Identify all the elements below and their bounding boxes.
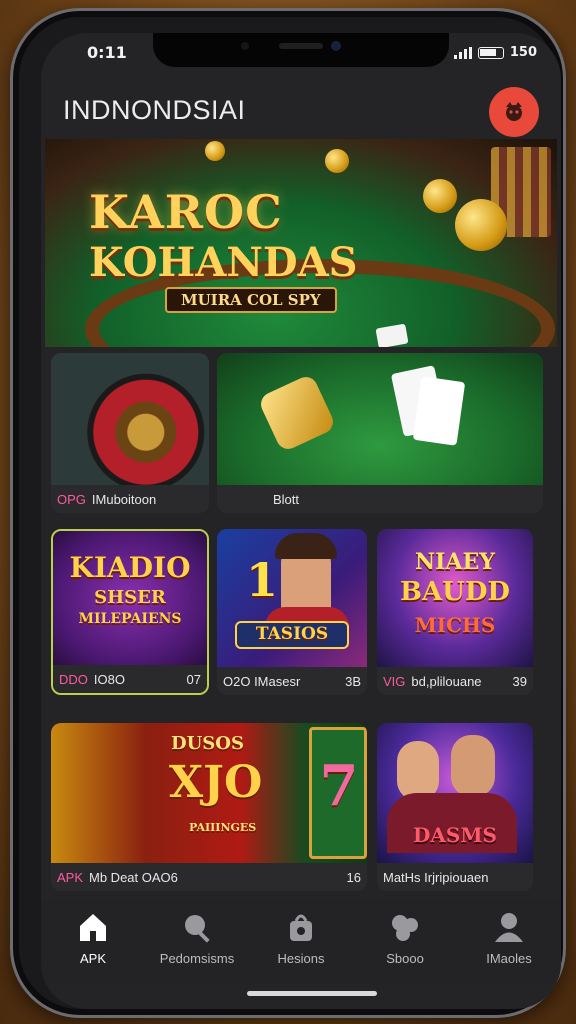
card-badge: VIG bbox=[383, 673, 406, 689]
game-card-kiadio[interactable]: KIADIO SHSER MILEPAIENS DDO IO8O 07 bbox=[51, 529, 209, 695]
profile-button[interactable] bbox=[489, 87, 539, 137]
art-text: BAUDD bbox=[400, 577, 510, 607]
baudd-thumbnail: NIAEY BAUDD MICHS bbox=[377, 529, 533, 667]
card-badge: APK bbox=[57, 869, 84, 885]
nav-label: Pedomsisms bbox=[159, 951, 235, 966]
card-title: Mb Deat OAO6 bbox=[89, 869, 178, 885]
kiadio-thumbnail: KIADIO SHSER MILEPAIENS bbox=[53, 531, 207, 665]
user-icon bbox=[495, 913, 523, 942]
xjo-thumbnail: DUSOS XJO PAIIINGES 7 bbox=[51, 723, 367, 863]
nav-search[interactable]: Pedomsisms bbox=[149, 911, 245, 966]
art-text: PAIIINGES bbox=[189, 821, 257, 834]
card-label: MatHs Irjripiouaen bbox=[377, 863, 533, 891]
card-label: VIG bd,plilouane 39 bbox=[377, 667, 533, 695]
status-bar-icons: 150 bbox=[453, 45, 537, 60]
card-title: IMuboitoon bbox=[91, 491, 157, 507]
nav-profile[interactable]: IMaoles bbox=[461, 911, 557, 966]
nav-bag[interactable]: Hesions bbox=[253, 911, 349, 966]
slot-thumbnail bbox=[217, 353, 543, 485]
card-title: IO8O bbox=[93, 671, 125, 687]
art-text: KIADIO bbox=[69, 551, 191, 584]
game-card-baudd[interactable]: NIAEY BAUDD MICHS VIG bd,plilouane 39 bbox=[377, 529, 533, 695]
nav-games[interactable]: Sbooo bbox=[357, 911, 453, 966]
card-title: Blott bbox=[273, 491, 300, 507]
card-badge: OPG bbox=[57, 491, 86, 507]
game-card-dasms[interactable]: DASMS MatHs Irjripiouaen bbox=[377, 723, 533, 891]
phone-frame: 0:11 150 INDNONDSIAI KAROC KOHANDAS MUIR… bbox=[10, 8, 566, 1018]
mascot-icon bbox=[506, 102, 522, 121]
status-time: 0:11 bbox=[87, 43, 127, 62]
dasms-thumbnail: DASMS bbox=[377, 723, 533, 863]
nav-label: Sbooo bbox=[386, 951, 424, 966]
card-title: O2O IMasesr bbox=[223, 673, 301, 689]
art-text: TASIOS bbox=[255, 624, 329, 644]
app-header: INDNONDSIAI bbox=[41, 77, 561, 147]
game-card-xjo[interactable]: DUSOS XJO PAIIINGES 7 APK Mb Deat OAO6 1… bbox=[51, 723, 367, 891]
card-label: DDO IO8O 07 bbox=[53, 665, 207, 693]
roulette-thumbnail bbox=[51, 353, 209, 485]
card-label: APK Mb Deat OAO6 16 bbox=[51, 863, 367, 891]
battery-level: 150 bbox=[509, 45, 537, 60]
search-icon bbox=[185, 915, 210, 943]
game-card-slot[interactable]: Blott bbox=[217, 353, 543, 513]
hero-title: KAROC bbox=[89, 185, 283, 239]
art-text: XJO bbox=[169, 757, 263, 808]
hero-tag: MUIRA COL SPY bbox=[165, 287, 337, 313]
art-text: MICHS bbox=[414, 613, 496, 637]
signal-icon bbox=[453, 46, 472, 59]
home-icon bbox=[80, 914, 106, 941]
card-count: 07 bbox=[186, 671, 201, 687]
art-text: NIAEY bbox=[415, 549, 495, 575]
tasios-thumbnail: 1 TASIOS bbox=[217, 529, 367, 667]
nav-label: IMaoles bbox=[486, 951, 532, 966]
art-text: DUSOS bbox=[171, 733, 244, 754]
art-text: MILEPAIENS bbox=[78, 611, 182, 627]
app-title: INDNONDSIAI bbox=[63, 95, 246, 125]
screen: 0:11 150 INDNONDSIAI KAROC KOHANDAS MUIR… bbox=[41, 33, 561, 1009]
home-indicator[interactable] bbox=[247, 991, 377, 996]
nav-label: Hesions bbox=[277, 951, 325, 966]
art-text: SHSER bbox=[94, 587, 166, 608]
card-title: MatHs Irjripiouaen bbox=[383, 869, 489, 885]
card-count: 3B bbox=[345, 673, 361, 689]
card-icon bbox=[375, 324, 409, 347]
notch bbox=[153, 33, 449, 67]
art-text: DASMS bbox=[413, 823, 497, 847]
hero-subtitle: KOHANDAS bbox=[89, 239, 358, 286]
card-badge: DDO bbox=[59, 671, 88, 687]
card-label: OPG IMuboitoon bbox=[51, 485, 209, 513]
nav-home[interactable]: APK bbox=[45, 911, 141, 966]
card-title: bd,plilouane bbox=[411, 673, 482, 689]
card-label: Blott bbox=[217, 485, 543, 513]
hero-banner[interactable]: KAROC KOHANDAS MUIRA COL SPY bbox=[45, 139, 557, 347]
battery-icon bbox=[477, 46, 504, 59]
card-count: 39 bbox=[512, 673, 527, 689]
art-text: 7 bbox=[319, 753, 359, 819]
game-card-tasios[interactable]: 1 TASIOS O2O IMasesr 3B bbox=[217, 529, 367, 695]
game-card-roulette[interactable]: OPG IMuboitoon bbox=[51, 353, 209, 513]
bottom-nav: APK Pedomsisms Hesions Sbooo IMaoles bbox=[41, 899, 561, 983]
nav-label: APK bbox=[79, 951, 106, 966]
gamepad-icon bbox=[392, 915, 418, 941]
card-count: 16 bbox=[346, 869, 361, 885]
bag-icon bbox=[290, 914, 312, 941]
card-label: O2O IMasesr 3B bbox=[217, 667, 367, 695]
